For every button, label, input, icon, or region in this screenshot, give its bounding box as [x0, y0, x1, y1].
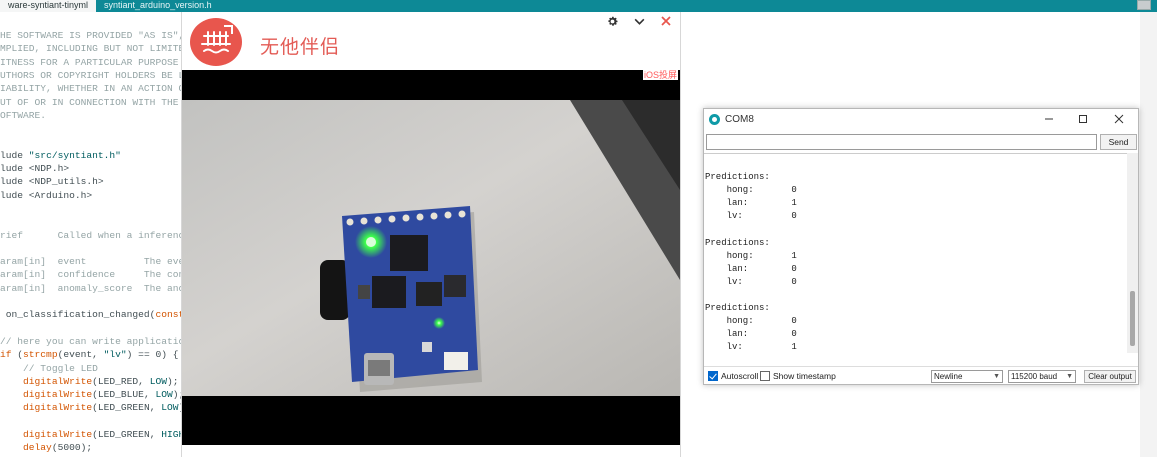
code-editor[interactable]: HE SOFTWARE IS PROVIDED "AS IS", MPLIED, …: [0, 12, 182, 457]
code-line: digitalWrite(LED_GREEN, HIGH);: [23, 429, 182, 440]
minimize-icon: [1045, 118, 1053, 120]
player-minimize-button[interactable]: [630, 12, 648, 30]
code-line: UTHORS OR COPYRIGHT HOLDERS BE LI: [0, 69, 182, 81]
output-line: hong: 0: [705, 185, 797, 196]
chevron-down-icon: ▼: [1066, 373, 1073, 380]
gear-icon: [607, 16, 618, 26]
output-scrollbar-thumb[interactable]: [1130, 291, 1135, 346]
output-line: Predictions:: [705, 303, 770, 313]
output-line: Predictions:: [705, 172, 770, 182]
serial-output[interactable]: Predictions: hong: 0 lan: 1 lv: 0 Predict…: [704, 153, 1138, 366]
code-line: // Toggle LED: [0, 362, 98, 374]
output-line: lan: 0: [705, 329, 797, 340]
output-line: lv: 0: [705, 276, 797, 287]
player-settings-button[interactable]: [603, 12, 621, 30]
code-line: aram[in] anomaly_score The ano: [0, 282, 182, 294]
app-logo: [190, 18, 242, 66]
editor-right-gutter: [1140, 12, 1157, 457]
show-timestamp-label: Show timestamp: [773, 371, 836, 381]
autoscroll-checkbox[interactable]: [708, 371, 718, 381]
code-line: OFTWARE.: [0, 109, 47, 121]
code-line: HE SOFTWARE IS PROVIDED "AS IS",: [0, 30, 182, 41]
baud-rate-value: 115200 baud: [1011, 372, 1058, 381]
code-line: lude "src/syntiant.h": [0, 149, 121, 161]
code-line: lude <NDP.h>: [0, 163, 70, 174]
serial-window-title: COM8: [725, 114, 754, 125]
code-line: UT OF OR IN CONNECTION WITH THE S: [0, 96, 182, 108]
code-line: ITNESS FOR A PARTICULAR PURPOSE A: [0, 56, 182, 68]
video-frame[interactable]: iOS投屏: [182, 70, 680, 445]
baud-rate-select[interactable]: 115200 baud ▼: [1008, 370, 1076, 383]
code-line: delay(5000);: [23, 442, 93, 454]
code-line: IABILITY, WHETHER IN AN ACTION OF: [0, 83, 182, 95]
code-line: aram[in] confidence The con: [0, 269, 182, 281]
tab-syntiant-arduino-version[interactable]: syntiant_arduino_version.h: [96, 0, 220, 12]
clear-output-button[interactable]: Clear output: [1084, 370, 1136, 383]
output-line: Predictions:: [705, 237, 770, 248]
output-scrollbar[interactable]: [1127, 153, 1138, 353]
ios-mirroring-label: iOS投屏: [642, 70, 678, 80]
code-line: // here you can write application: [0, 335, 182, 347]
output-line: lv: 0: [705, 211, 797, 222]
show-timestamp-checkbox[interactable]: [760, 371, 770, 381]
serial-send-input[interactable]: [706, 134, 1097, 150]
maximize-icon: [1079, 115, 1087, 123]
output-line: lv: 1: [705, 342, 797, 353]
serial-title-bar[interactable]: COM8: [704, 109, 1138, 131]
chevron-down-icon: [634, 18, 644, 25]
window-minimize-button[interactable]: [1032, 111, 1066, 129]
code-line: lude <Arduino.h>: [0, 189, 93, 201]
output-line: hong: 1: [705, 250, 797, 261]
output-line: hong: 0: [705, 316, 797, 327]
output-line: lan: 1: [705, 198, 797, 209]
editor-tab-bar: ware-syntiant-tinyml syntiant_arduino_ve…: [0, 0, 1157, 12]
arduino-app-icon: [709, 114, 720, 125]
code-line: on_classification_changed(const: [0, 309, 182, 321]
player-close-button[interactable]: [657, 12, 675, 30]
line-ending-value: Newline: [934, 372, 963, 381]
tab-ware-syntiant-tinyml[interactable]: ware-syntiant-tinyml: [0, 0, 97, 12]
chevron-down-icon: ▼: [993, 373, 1000, 380]
code-line: digitalWrite(LED_BLUE, LOW);: [23, 389, 182, 401]
autoscroll-label: Autoscroll: [721, 371, 759, 381]
serial-monitor-window: COM8 Send Predictions: hong: 0 lan: 1 lv…: [703, 108, 1139, 385]
app-name: 无他伴侣: [260, 36, 341, 58]
tab-scroll-button[interactable]: [1137, 0, 1151, 10]
code-line: aram[in] event The eve: [0, 256, 182, 268]
code-line: digitalWrite(LED_GREEN, LOW);: [23, 402, 182, 414]
line-ending-select[interactable]: Newline ▼: [931, 370, 1003, 383]
code-line: rief Called when a inferenc: [0, 229, 182, 241]
window-close-button[interactable]: [1102, 111, 1136, 129]
send-button[interactable]: Send: [1100, 134, 1137, 150]
serial-bottom-bar: Autoscroll Show timestamp Newline ▼ 1152…: [704, 366, 1138, 384]
code-line: MPLIED, INCLUDING BUT NOT LIMITED: [0, 43, 182, 55]
code-line: lude <NDP_utils.h>: [0, 176, 104, 188]
video-player-window: 无他伴侣 iOS投屏: [181, 12, 681, 457]
close-icon: [661, 16, 671, 26]
video-scene: [182, 70, 680, 445]
output-line: lan: 0: [705, 263, 797, 274]
app-logo-icon: [201, 25, 233, 54]
code-line: digitalWrite(LED_RED, LOW);: [23, 375, 179, 387]
code-line: if (strcmp(event, "lv") == 0) {: [0, 349, 179, 361]
window-maximize-button[interactable]: [1066, 111, 1100, 129]
close-icon: [1114, 114, 1124, 124]
